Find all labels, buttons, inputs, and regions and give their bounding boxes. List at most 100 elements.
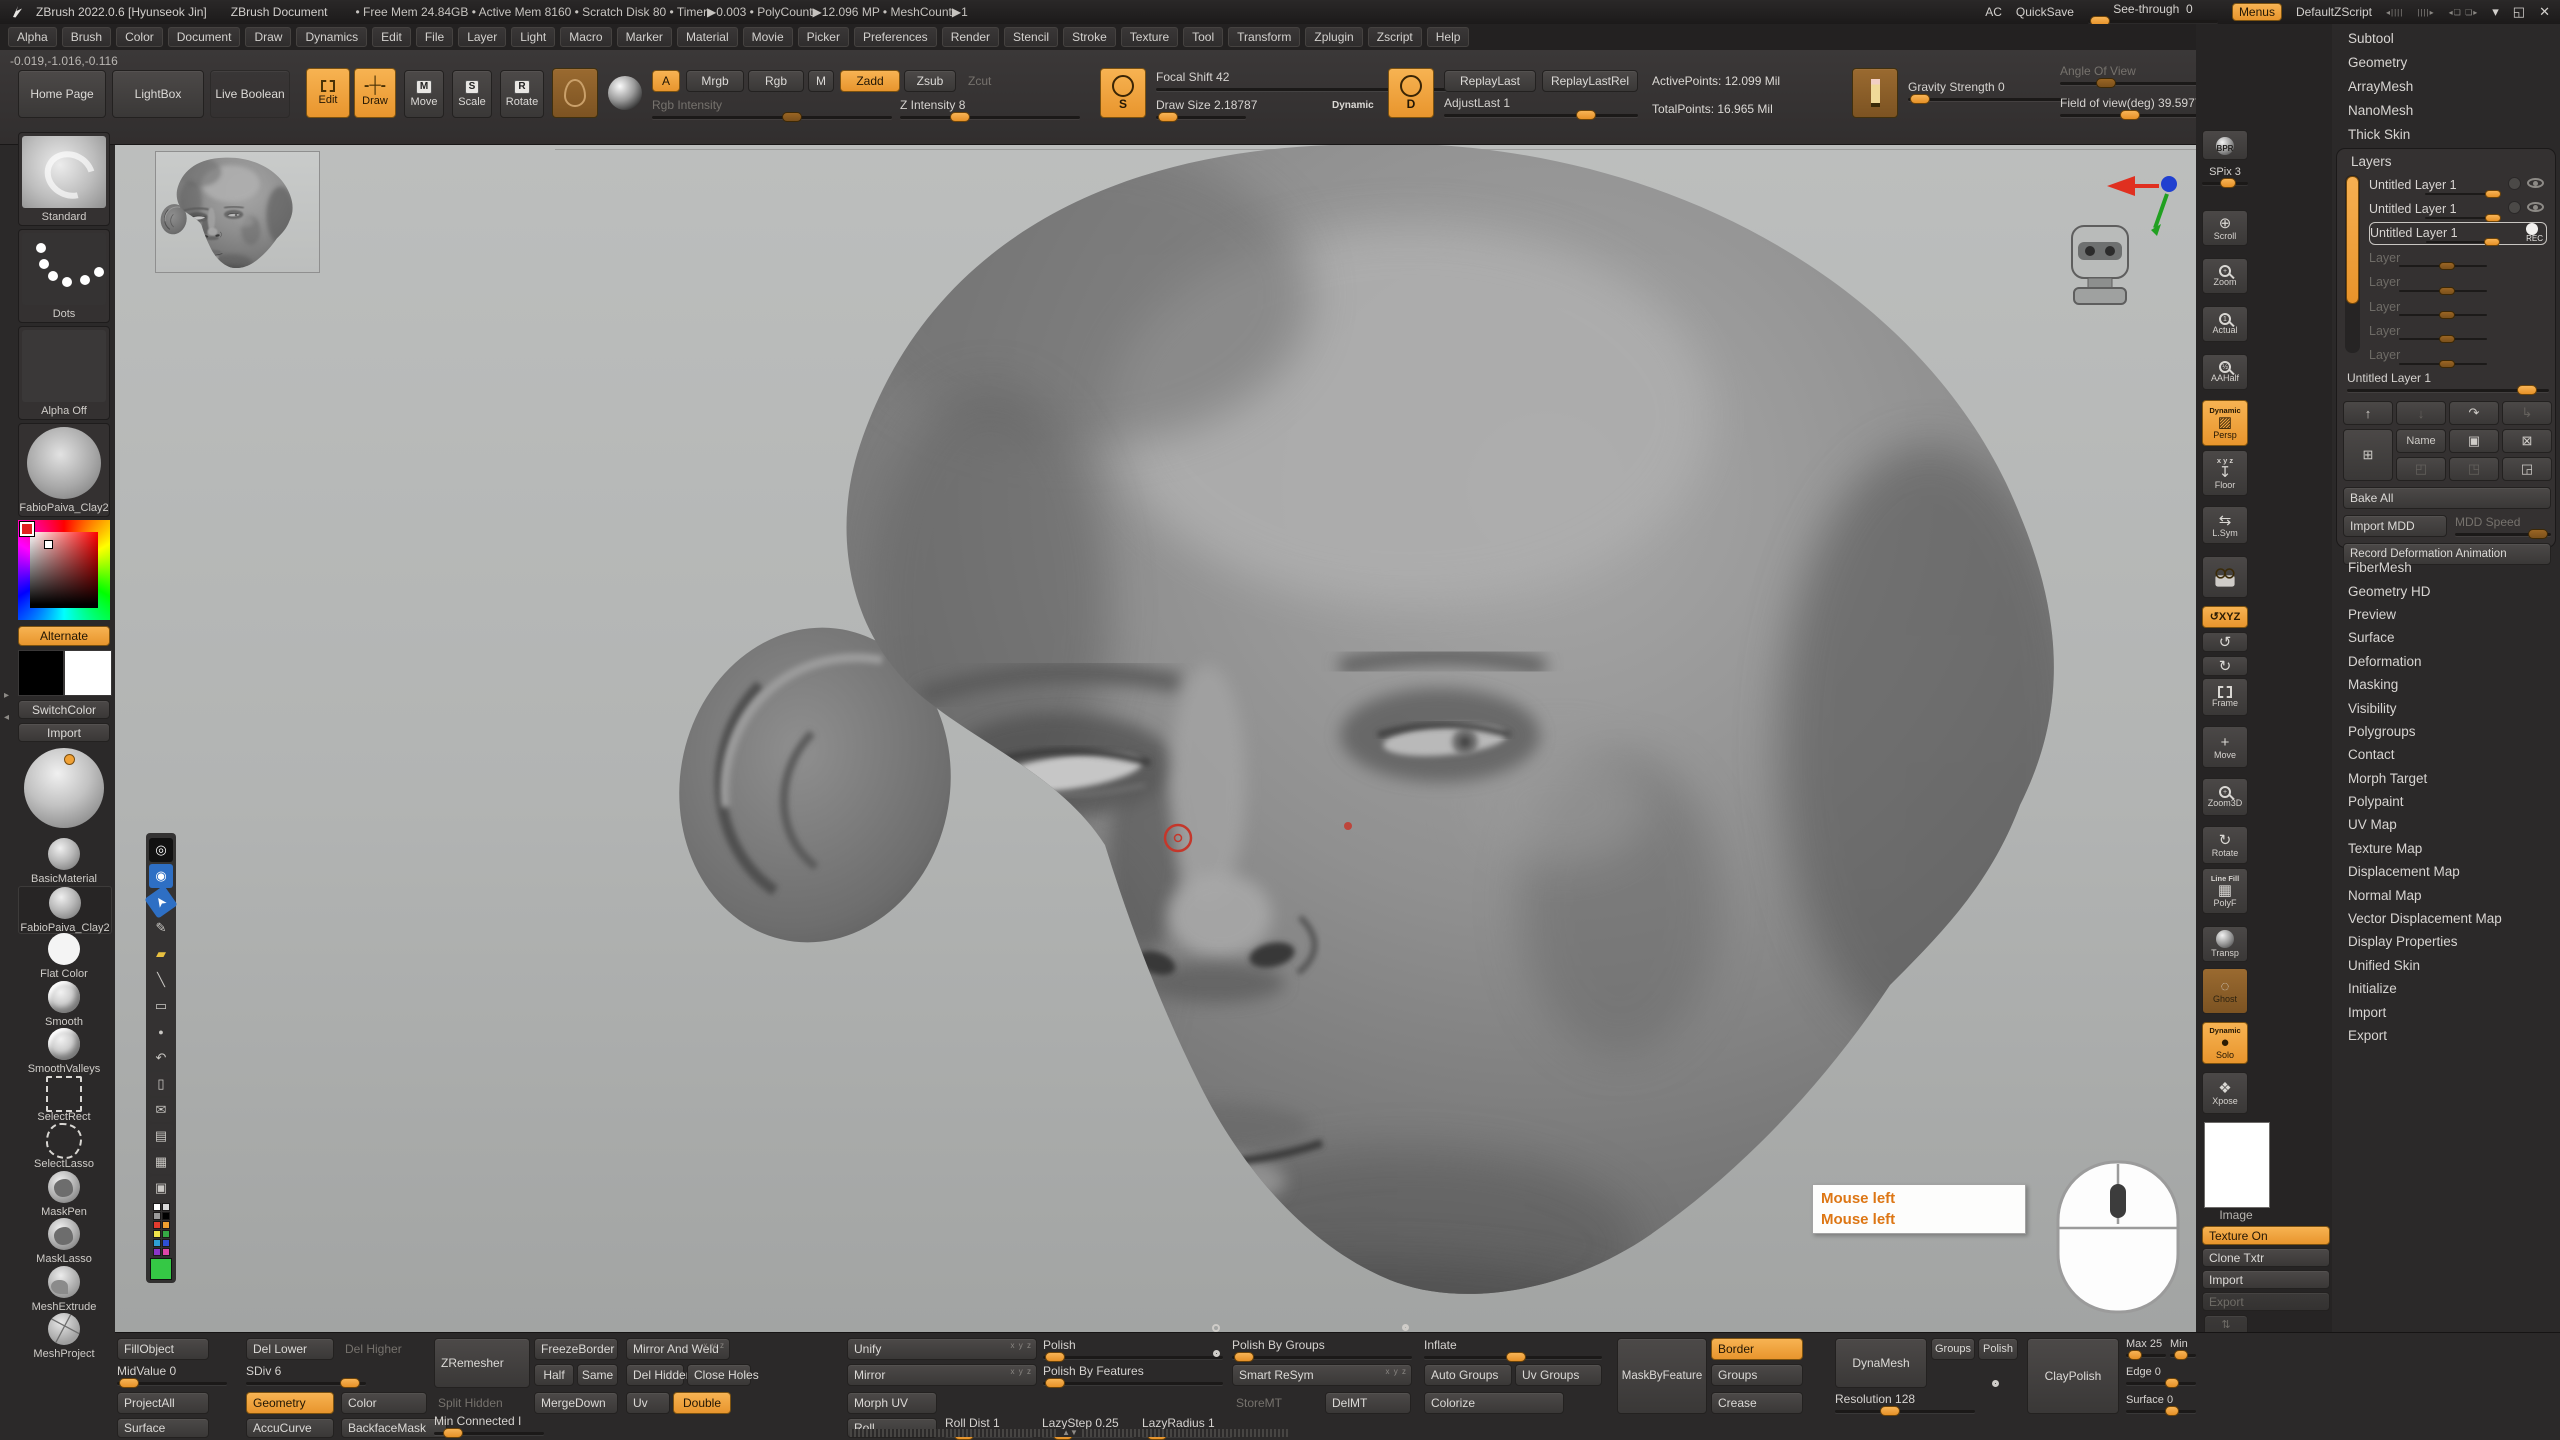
layer-merge-down-button[interactable]: ◰ (2396, 457, 2446, 481)
unify-button[interactable]: Unifyx y z (847, 1338, 1037, 1360)
color-picker-sv-square[interactable] (30, 532, 98, 608)
menu-stroke[interactable]: Stroke (1063, 27, 1116, 47)
layer-row[interactable]: Layer (2369, 319, 2547, 342)
palette-item-displacement-map[interactable]: Displacement Map (2332, 860, 2560, 883)
menu-transform[interactable]: Transform (1228, 27, 1300, 47)
layer-slider[interactable] (2425, 217, 2501, 219)
layer-delete-button[interactable]: ⊠ (2502, 429, 2552, 453)
current-material-sphere-icon[interactable] (608, 76, 642, 110)
slot-brush[interactable]: Standard (18, 132, 110, 226)
palette-item-import[interactable]: Import (2332, 1000, 2560, 1023)
palette-item-polygroups[interactable]: Polygroups (2332, 720, 2560, 743)
zremesher-button[interactable]: ZRemesher (434, 1338, 530, 1388)
scale-button[interactable]: S Scale (452, 70, 492, 118)
focal-shift-slider[interactable]: Focal Shift 42 (1156, 70, 1486, 91)
groups-button[interactable]: Groups (1711, 1364, 1803, 1386)
layer-row[interactable]: Untitled Layer 1 (2369, 173, 2547, 196)
lsym-button[interactable]: ⇆L.Sym (2202, 506, 2248, 544)
dock-windows-icon[interactable]: ◂❏ ❏▸ (2449, 8, 2479, 17)
tray-item-smoothvalleys[interactable]: SmoothValleys (18, 1028, 110, 1074)
gravity-button[interactable] (1852, 68, 1898, 118)
replay-last-button[interactable]: ReplayLast (1444, 70, 1536, 92)
palette-swatch[interactable] (153, 1212, 161, 1220)
mask-by-feature-button[interactable]: MaskByFeature (1617, 1338, 1707, 1414)
layer-slider[interactable] (2425, 193, 2501, 195)
palette-item-surface[interactable]: Surface (2332, 626, 2560, 649)
tray-item-basicmaterial[interactable]: BasicMaterial (18, 838, 110, 884)
zoom3d-button[interactable]: +Zoom3D (2202, 778, 2248, 816)
see-through-slider[interactable]: See-through 0 (2088, 2, 2218, 23)
palette-item-contact[interactable]: Contact (2332, 743, 2560, 766)
document-canvas[interactable]: ◎◉➤✎▰╲▭●↶▯✉▤▦▣ Mouse leftMouse left (115, 145, 2196, 1332)
layer-slider[interactable] (2399, 265, 2487, 267)
menu-dynamics[interactable]: Dynamics (296, 27, 367, 47)
frame-button[interactable]: Frame (2202, 678, 2248, 716)
palette-item-texture-map[interactable]: Texture Map (2332, 837, 2560, 860)
double-button[interactable]: Double (673, 1392, 731, 1414)
layer-row[interactable]: Layer (2369, 246, 2547, 269)
image2-icon[interactable]: ▦ (149, 1150, 173, 1174)
main-color-swatch[interactable] (18, 650, 64, 696)
dynamic-label[interactable]: Dynamic (1332, 100, 1374, 111)
solo-button[interactable]: Dynamic●Solo (2202, 1022, 2248, 1064)
transp-button[interactable]: Transp (2202, 926, 2248, 962)
palette-swatch[interactable] (162, 1212, 170, 1220)
gravity-strength-slider[interactable]: Gravity Strength 0 (1908, 80, 2068, 101)
tray-handle-open-icon[interactable]: ▸ (4, 690, 9, 701)
minimize-button[interactable]: ▾ (2492, 4, 2499, 20)
pen-icon[interactable]: ✎ (149, 916, 173, 940)
palette-item-masking[interactable]: Masking (2332, 673, 2560, 696)
restore-button[interactable]: ◱ (2513, 4, 2525, 20)
menu-render[interactable]: Render (942, 27, 999, 47)
layer-redo-button[interactable]: ↷ (2449, 401, 2499, 425)
z-intensity-slider[interactable]: Z Intensity 8 (900, 98, 1080, 119)
tray-item-meshextrude[interactable]: MeshExtrude (18, 1266, 110, 1312)
palette-item-geometry[interactable]: Geometry (2332, 50, 2560, 74)
tray-scroll-left-icon[interactable]: ◂|||| (2386, 8, 2403, 17)
mdd-speed-slider[interactable]: MDD Speed (2455, 515, 2551, 536)
same-button[interactable]: Same (577, 1364, 618, 1386)
layer-row[interactable]: Layer (2369, 271, 2547, 294)
freeze-border-button[interactable]: FreezeBorder (534, 1338, 618, 1360)
mrgb-button[interactable]: Mrgb (686, 70, 744, 92)
eraser-icon[interactable]: ▭ (149, 994, 173, 1018)
clay-surface-slider[interactable]: Surface 0 (2126, 1394, 2196, 1413)
tray-item-selectrect[interactable]: SelectRect (18, 1076, 110, 1122)
inflate-slider[interactable]: Inflate (1424, 1338, 1602, 1359)
clone-txtr-button[interactable]: Clone Txtr (2202, 1248, 2330, 1267)
polyf-button[interactable]: Line Fill▦PolyF (2202, 868, 2248, 914)
crease-button[interactable]: Crease (1711, 1392, 1803, 1414)
slot-texture[interactable]: FabioPaiva_Clay2 (18, 423, 110, 517)
tray-handle-close-icon[interactable]: ◂ (4, 712, 9, 723)
morph-uv-button[interactable]: Morph UV (847, 1392, 937, 1414)
layer-name-button[interactable]: Name (2396, 429, 2446, 453)
rgb-intensity-slider[interactable]: Rgb Intensity (652, 98, 892, 119)
polish-slider[interactable]: Polish (1043, 1338, 1223, 1359)
rot-xyz-button[interactable]: ↺XYZ (2202, 606, 2248, 628)
move-button[interactable]: M Move (404, 70, 444, 118)
floor-button[interactable]: x y z↧Floor (2202, 450, 2248, 496)
palette-swatch[interactable] (162, 1203, 170, 1211)
rot-y-button[interactable]: ↺ (2202, 632, 2248, 652)
menu-macro[interactable]: Macro (560, 27, 611, 47)
layer-dot-icon[interactable] (2508, 201, 2521, 214)
edit-button[interactable]: Edit (306, 68, 350, 118)
layer-row[interactable]: Untitled Layer 1 (2369, 197, 2547, 220)
rgb-button[interactable]: Rgb (748, 70, 804, 92)
palette-swatch[interactable] (153, 1230, 161, 1238)
polish-by-groups-slider[interactable]: Polish By Groups (1232, 1338, 1412, 1359)
palette-swatch[interactable] (162, 1230, 170, 1238)
ac-button[interactable]: AC (1985, 5, 2002, 19)
sculpted-head-model[interactable] (560, 145, 2196, 1332)
scrollbar-arrows-icon[interactable]: ▲▼ (1058, 1429, 1082, 1437)
actual-button[interactable]: 1Actual (2202, 306, 2248, 342)
layer-up-button[interactable]: ↑ (2343, 401, 2393, 425)
dynamesh-groups-button[interactable]: Groups (1931, 1338, 1975, 1360)
mirror-button[interactable]: Mirrorx y z (847, 1364, 1037, 1386)
menu-preferences[interactable]: Preferences (854, 27, 937, 47)
replay-last-rel-button[interactable]: ReplayLastRel (1542, 70, 1638, 92)
zadd-button[interactable]: Zadd (840, 70, 900, 92)
layer-slider[interactable] (2399, 363, 2487, 365)
clay-max-slider[interactable]: Max 25 (2126, 1338, 2166, 1357)
sdiv-slider[interactable]: SDiv 6 (246, 1364, 366, 1385)
